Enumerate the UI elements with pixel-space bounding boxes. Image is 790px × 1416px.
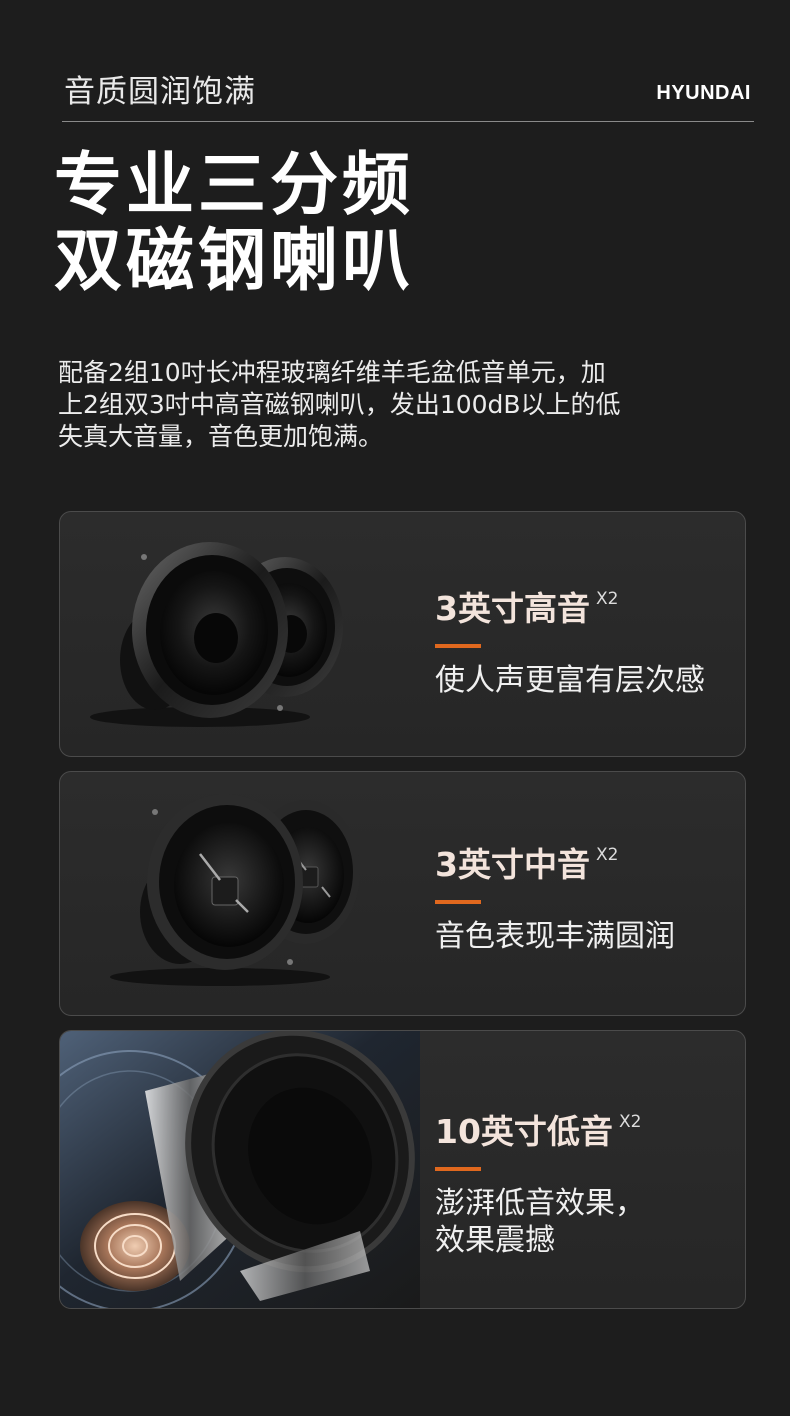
headline-line-1: 专业三分频 <box>54 146 415 225</box>
card-description-line-2: 效果震撼 <box>435 1223 555 1258</box>
card-title: 3英寸中音 X2 <box>435 845 619 884</box>
card-title: 3英寸高音 X2 <box>435 589 619 628</box>
intro-line-1: 配备2组10吋长冲程玻璃纤维羊毛盆低音单元，加 <box>58 358 606 387</box>
quantity-badge: X2 <box>595 845 619 865</box>
accent-bar <box>435 900 481 904</box>
header: 音质圆润饱满 HYUNDAI <box>62 60 754 120</box>
quantity-badge: X2 <box>595 589 619 609</box>
header-divider <box>62 121 754 122</box>
card-description: 音色表现丰满圆润 <box>435 919 675 954</box>
tagline: 音质圆润饱满 <box>64 74 256 110</box>
intro-line-3: 失真大音量，音色更加饱满。 <box>58 422 384 451</box>
card-description: 澎湃低音效果， 效果震撼 <box>435 1185 645 1259</box>
intro-line-2: 上2组双3吋中高音磁钢喇叭，发出100dB以上的低 <box>58 390 621 419</box>
headline: 专业三分频 双磁钢喇叭 <box>54 148 414 300</box>
card-description-line-1: 澎湃低音效果， <box>435 1186 645 1221</box>
headline-line-2: 双磁钢喇叭 <box>54 222 415 301</box>
feature-card-woofer: 10英寸低音 X2 澎湃低音效果， 效果震撼 <box>59 1030 746 1309</box>
woofer-cutaway-image <box>60 1031 420 1308</box>
card-description: 使人声更富有层次感 <box>435 663 705 698</box>
quantity-badge: X2 <box>618 1112 642 1132</box>
card-text: 3英寸高音 X2 使人声更富有层次感 <box>435 582 705 699</box>
brand-logo: HYUNDAI <box>656 82 751 104</box>
feature-card-midrange: 3英寸中音 X2 音色表现丰满圆润 <box>59 771 746 1016</box>
feature-card-tweeter: 3英寸高音 X2 使人声更富有层次感 <box>59 511 746 757</box>
card-title: 10英寸低音 X2 <box>435 1112 642 1151</box>
accent-bar <box>435 1167 481 1171</box>
intro-paragraph: 配备2组10吋长冲程玻璃纤维羊毛盆低音单元，加 上2组双3吋中高音磁钢喇叭，发出… <box>58 357 718 453</box>
card-text: 3英寸中音 X2 音色表现丰满圆润 <box>435 838 675 955</box>
midrange-speakers-image <box>110 794 360 986</box>
tweeter-speakers-image <box>90 542 343 727</box>
accent-bar <box>435 644 481 648</box>
card-text: 10英寸低音 X2 澎湃低音效果， 效果震撼 <box>435 1105 645 1259</box>
